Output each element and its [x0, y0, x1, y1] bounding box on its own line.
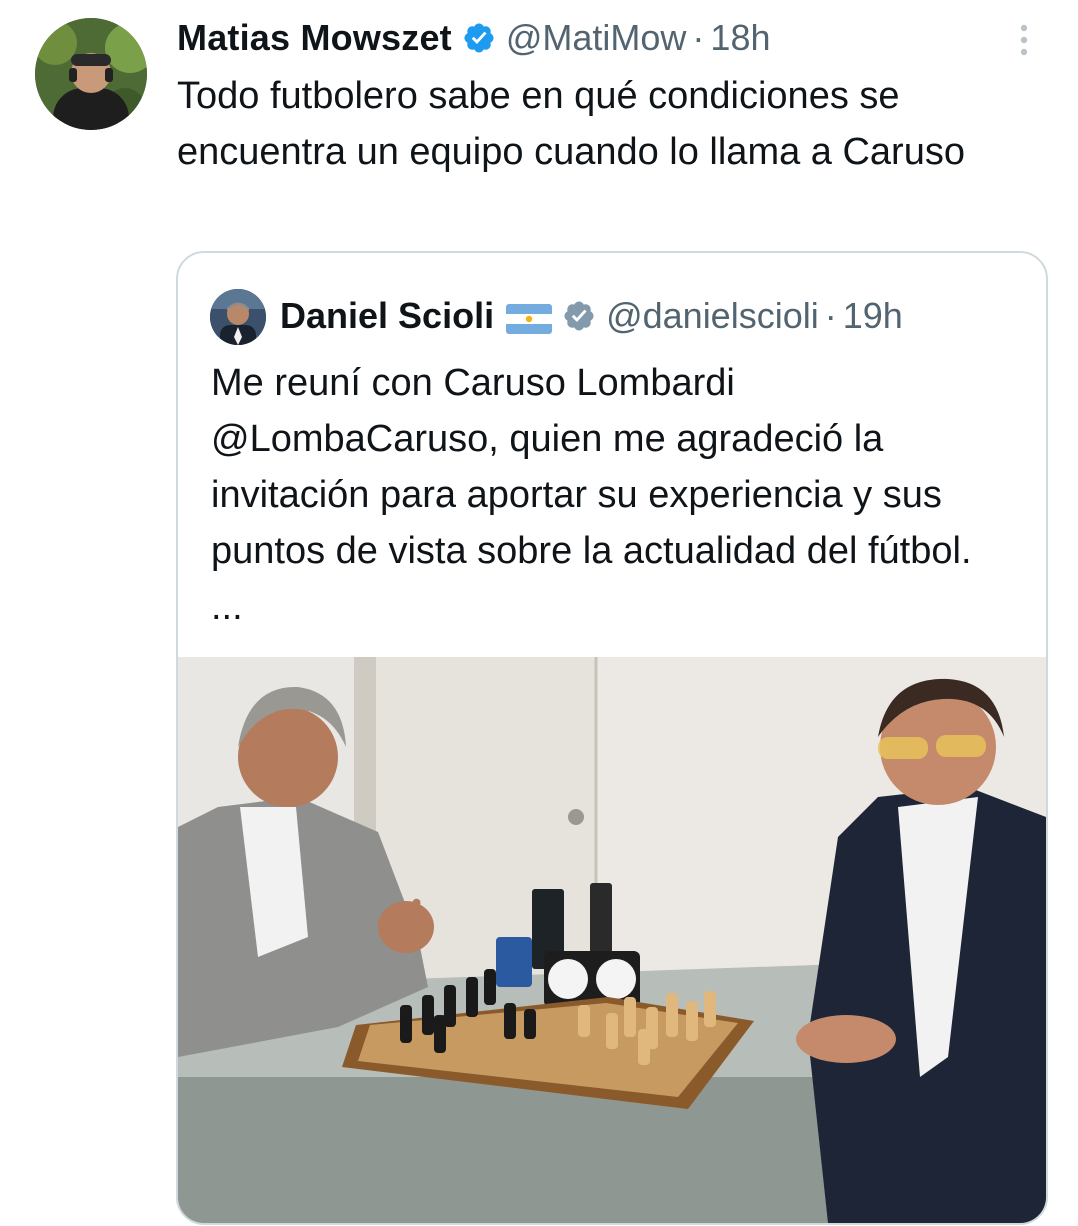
quoted-display-name[interactable]: Daniel Scioli [280, 295, 494, 337]
quoted-handle[interactable]: @danielscioli [606, 295, 819, 337]
timestamp[interactable]: 18h [710, 17, 770, 59]
quoted-photo[interactable] [178, 657, 1046, 1223]
verified-badge-icon [562, 299, 596, 333]
quoted-timestamp[interactable]: 19h [843, 295, 903, 337]
quoted-header: Daniel Scioli @danielscioli · 19h [280, 291, 903, 341]
handle[interactable]: @MatiMow [506, 17, 687, 59]
verified-badge-icon [462, 21, 496, 55]
quoted-avatar[interactable] [210, 289, 266, 345]
argentina-flag-icon [506, 301, 553, 334]
display-name[interactable]: Matias Mowszet [177, 17, 452, 59]
avatar[interactable] [35, 18, 147, 130]
quoted-tweet[interactable]: Daniel Scioli @danielscioli · 19h Me reu… [176, 251, 1048, 1225]
separator-dot: · [692, 17, 705, 58]
quoted-tweet-text: Me reuní con Caruso Lombardi @LombaCarus… [211, 362, 972, 628]
separator-dot: · [824, 295, 837, 336]
tweet-header: Matias Mowszet @MatiMow · 18h [177, 14, 771, 62]
more-vertical-icon[interactable] [1012, 20, 1036, 60]
tweet-text: Todo futbolero sabe en qué condiciones s… [177, 75, 965, 173]
tweet[interactable]: Matias Mowszet @MatiMow · 18h Todo futbo… [0, 0, 1078, 1226]
